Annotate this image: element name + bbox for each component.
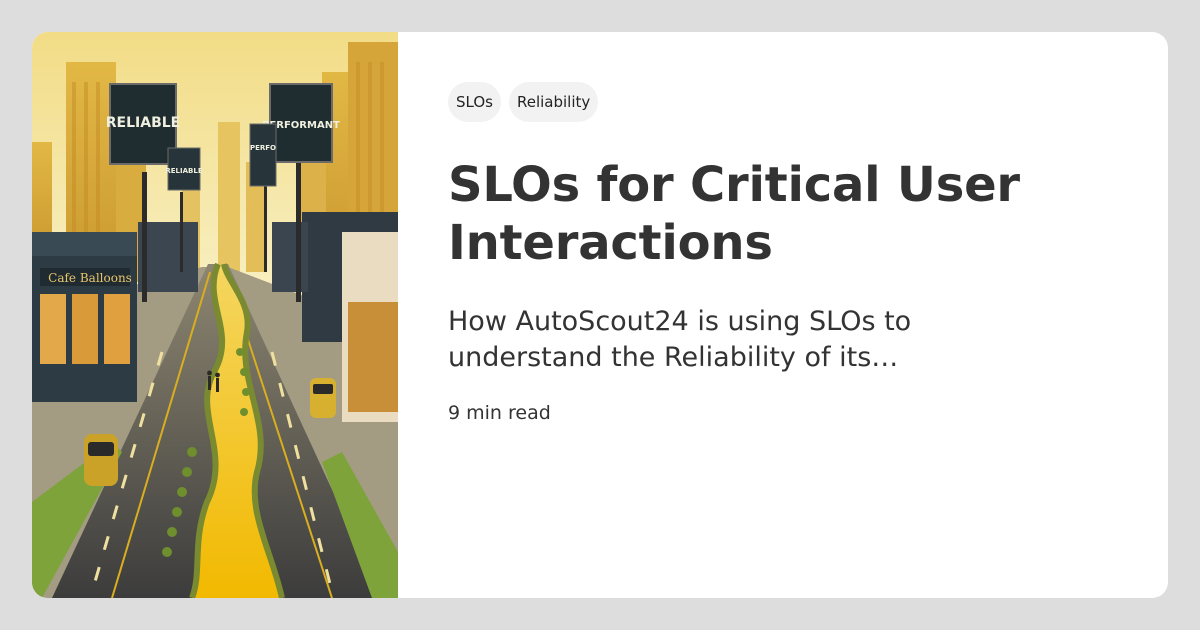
tag-slos[interactable]: SLOs — [448, 82, 501, 122]
article-hero-image: Cafe Balloons RELIABLE RELIABLE PERFORMA… — [32, 32, 398, 598]
article-content: SLOs Reliability SLOs for Critical User … — [448, 82, 1128, 424]
billboard-right-small-text: PERFO — [250, 144, 276, 152]
tag-reliability[interactable]: Reliability — [508, 82, 599, 122]
billboard-performant-small: PERFO — [249, 123, 277, 187]
shop-sign: Cafe Balloons — [48, 271, 132, 285]
billboard-left-text: RELIABLE — [106, 115, 180, 131]
billboard-left-small-text: RELIABLE — [165, 167, 202, 175]
tag-list: SLOs Reliability — [448, 82, 1128, 122]
article-card[interactable]: Cafe Balloons RELIABLE RELIABLE PERFORMA… — [32, 32, 1168, 598]
read-time: 9 min read — [448, 402, 551, 424]
article-title[interactable]: SLOs for Critical User Interactions — [448, 156, 1128, 272]
billboard-reliable-small: RELIABLE — [165, 147, 203, 191]
city-road-illustration: Cafe Balloons RELIABLE RELIABLE PERFORMA… — [32, 32, 398, 598]
article-subtitle: How AutoScout24 is using SLOs to underst… — [448, 306, 912, 373]
